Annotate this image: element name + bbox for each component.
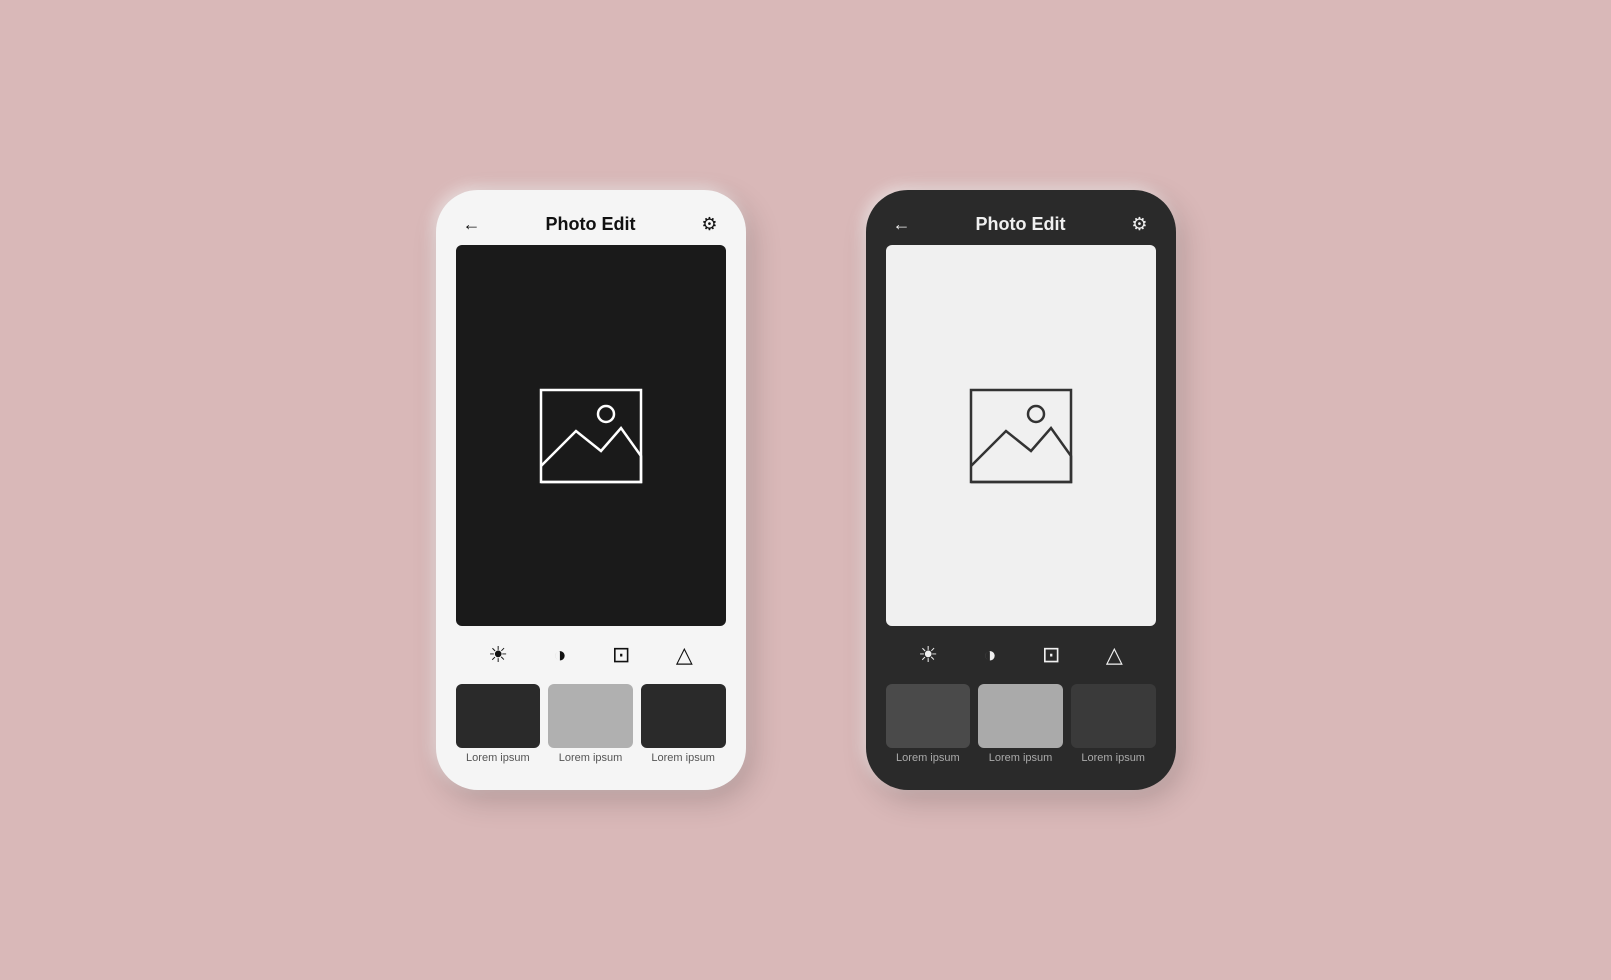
filter-item-3-dark[interactable]: Lorem ipsum: [1071, 684, 1156, 764]
adjust-tool-dark[interactable]: △: [1106, 642, 1123, 668]
toolbar-light: ☀ ◑ ⊡ △: [456, 638, 726, 672]
adjust-tool-light[interactable]: △: [676, 642, 693, 668]
settings-button-dark[interactable]: ⚙: [1128, 214, 1152, 235]
header-light: ← Photo Edit ⚙: [456, 214, 726, 235]
filter-item-2-dark[interactable]: Lorem ipsum: [978, 684, 1063, 764]
crop-tool-light[interactable]: ⊡: [612, 642, 630, 668]
filter-item-2-light[interactable]: Lorem ipsum: [548, 684, 633, 764]
filter-swatch-3-light: [641, 684, 726, 748]
image-canvas-light: [456, 245, 726, 626]
settings-button-light[interactable]: ⚙: [698, 214, 722, 235]
filter-item-3-light[interactable]: Lorem ipsum: [641, 684, 726, 764]
app-title-light: Photo Edit: [484, 214, 698, 235]
crop-tool-dark[interactable]: ⊡: [1042, 642, 1060, 668]
toolbar-dark: ☀ ◑ ⊡ △: [886, 638, 1156, 672]
image-placeholder-icon-light: [521, 376, 661, 496]
phone-dark: ← Photo Edit ⚙ ☀ ◑ ⊡ △ Lorem ipsum Lorem…: [866, 190, 1176, 790]
contrast-tool-dark[interactable]: ◑: [983, 642, 996, 668]
filter-label-2-dark: Lorem ipsum: [989, 752, 1053, 764]
phone-light: ← Photo Edit ⚙ ☀ ◑ ⊡ △ Lorem ipsum Lorem…: [436, 190, 746, 790]
filter-swatch-1-dark: [886, 684, 971, 748]
contrast-tool-light[interactable]: ◑: [553, 642, 566, 668]
back-button-light[interactable]: ←: [460, 214, 484, 235]
filter-swatch-2-light: [548, 684, 633, 748]
image-canvas-dark: [886, 245, 1156, 626]
filter-label-3-light: Lorem ipsum: [651, 752, 715, 764]
filter-item-1-dark[interactable]: Lorem ipsum: [886, 684, 971, 764]
filter-swatch-3-dark: [1071, 684, 1156, 748]
filter-swatch-1-light: [456, 684, 541, 748]
app-title-dark: Photo Edit: [914, 214, 1128, 235]
filter-label-1-light: Lorem ipsum: [466, 752, 530, 764]
filter-strip-dark: Lorem ipsum Lorem ipsum Lorem ipsum: [886, 684, 1156, 764]
filter-label-1-dark: Lorem ipsum: [896, 752, 960, 764]
image-placeholder-icon-dark: [951, 376, 1091, 496]
filter-swatch-2-dark: [978, 684, 1063, 748]
brightness-tool-dark[interactable]: ☀: [918, 642, 938, 668]
back-button-dark[interactable]: ←: [890, 214, 914, 235]
filter-strip-light: Lorem ipsum Lorem ipsum Lorem ipsum: [456, 684, 726, 764]
brightness-tool-light[interactable]: ☀: [488, 642, 508, 668]
header-dark: ← Photo Edit ⚙: [886, 214, 1156, 235]
filter-label-3-dark: Lorem ipsum: [1081, 752, 1145, 764]
filter-item-1-light[interactable]: Lorem ipsum: [456, 684, 541, 764]
filter-label-2-light: Lorem ipsum: [559, 752, 623, 764]
